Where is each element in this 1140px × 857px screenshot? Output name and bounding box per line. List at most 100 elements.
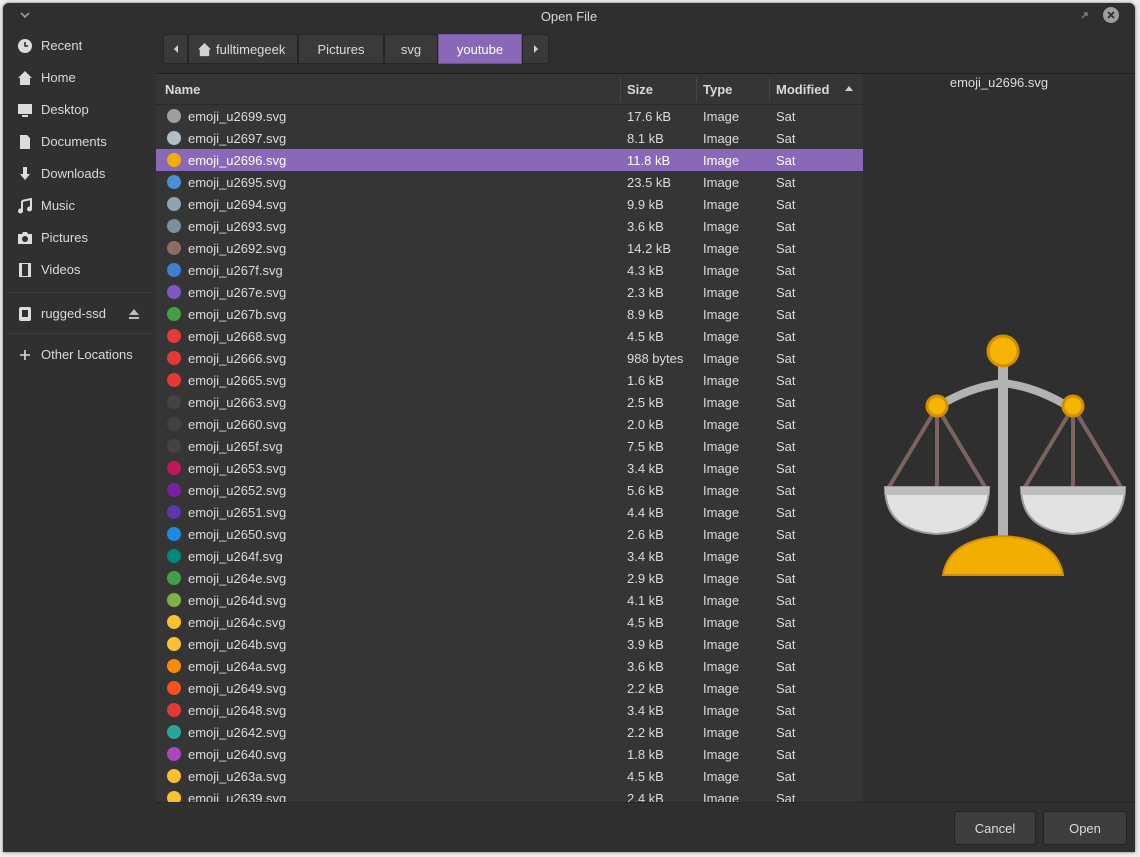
- file-size: 11.8 kB: [627, 153, 671, 168]
- path-segment-fulltimegeek[interactable]: fulltimegeek: [188, 34, 298, 64]
- file-type: Image: [703, 505, 740, 520]
- file-modified: Sat: [776, 549, 796, 564]
- file-row[interactable]: emoji_u2666.svg 988 bytes Image Sat: [156, 347, 863, 369]
- file-modified: Sat: [776, 593, 796, 608]
- sidebar-item-pictures[interactable]: Pictures: [3, 223, 156, 253]
- sidebar-item-music[interactable]: Music: [3, 191, 156, 221]
- desktop-icon: [18, 104, 32, 117]
- file-name: emoji_u267f.svg: [188, 263, 283, 278]
- file-row[interactable]: emoji_u2692.svg 14.2 kB Image Sat: [156, 237, 863, 259]
- file-size: 2.3 kB: [627, 285, 664, 300]
- column-type[interactable]: Type: [703, 82, 732, 97]
- column-size[interactable]: Size: [627, 82, 653, 97]
- file-modified: Sat: [776, 285, 796, 300]
- file-row[interactable]: emoji_u2653.svg 3.4 kB Image Sat: [156, 457, 863, 479]
- file-size: 3.4 kB: [627, 703, 664, 718]
- file-modified: Sat: [776, 329, 796, 344]
- column-name[interactable]: Name: [165, 82, 200, 97]
- file-size: 2.6 kB: [627, 527, 664, 542]
- file-row[interactable]: emoji_u2642.svg 2.2 kB Image Sat: [156, 721, 863, 743]
- file-list: Name Size Type Modified emoji_u2699.svg 1…: [156, 74, 863, 852]
- path-segment-label: svg: [400, 41, 422, 57]
- file-name: emoji_u264d.svg: [188, 593, 287, 608]
- column-divider[interactable]: [620, 78, 621, 102]
- file-row[interactable]: emoji_u2693.svg 3.6 kB Image Sat: [156, 215, 863, 237]
- file-size: 4.4 kB: [627, 505, 664, 520]
- file-row[interactable]: emoji_u2639.svg 2.4 kB Image Sat: [156, 787, 863, 803]
- sidebar-item-documents[interactable]: Documents: [3, 127, 156, 157]
- path-segment-label: fulltimegeek: [216, 41, 286, 57]
- path-segment-pictures[interactable]: Pictures: [298, 34, 384, 64]
- file-row[interactable]: emoji_u2652.svg 5.6 kB Image Sat: [156, 479, 863, 501]
- sidebar-item-label: Downloads: [41, 166, 106, 181]
- file-row[interactable]: emoji_u2660.svg 2.0 kB Image Sat: [156, 413, 863, 435]
- file-row[interactable]: emoji_u264a.svg 3.6 kB Image Sat: [156, 655, 863, 677]
- file-row[interactable]: emoji_u267f.svg 4.3 kB Image Sat: [156, 259, 863, 281]
- sidebar-item-videos[interactable]: Videos: [3, 255, 156, 285]
- cancel-button-label: Cancel: [974, 820, 1016, 836]
- file-row[interactable]: emoji_u264d.svg 4.1 kB Image Sat: [156, 589, 863, 611]
- path-forward-button[interactable]: [522, 34, 549, 64]
- file-type: Image: [703, 219, 740, 234]
- file-row[interactable]: emoji_u267e.svg 2.3 kB Image Sat: [156, 281, 863, 303]
- eject-icon[interactable]: [127, 307, 141, 321]
- film-icon: [19, 263, 31, 277]
- column-divider[interactable]: [769, 78, 770, 102]
- sidebar-item-downloads[interactable]: Downloads: [3, 159, 156, 189]
- column-modified[interactable]: Modified: [776, 82, 829, 97]
- file-row[interactable]: emoji_u2699.svg 17.6 kB Image Sat: [156, 105, 863, 127]
- file-row[interactable]: emoji_u264c.svg 4.5 kB Image Sat: [156, 611, 863, 633]
- close-button[interactable]: [1103, 7, 1119, 23]
- sidebar-item-rugged-ssd[interactable]: rugged-ssd: [3, 299, 156, 329]
- file-name: emoji_u2653.svg: [188, 461, 287, 476]
- path-bar: fulltimegeek Pictures svg youtube: [163, 34, 549, 66]
- file-type: Image: [703, 637, 740, 652]
- cancel-button[interactable]: Cancel: [954, 811, 1036, 845]
- open-button[interactable]: Open: [1043, 811, 1127, 845]
- file-row[interactable]: emoji_u267b.svg 8.9 kB Image Sat: [156, 303, 863, 325]
- file-type: Image: [703, 197, 740, 212]
- sidebar-item-desktop[interactable]: Desktop: [3, 95, 156, 125]
- path-segment-svg[interactable]: svg: [384, 34, 438, 64]
- file-row[interactable]: emoji_u264b.svg 3.9 kB Image Sat: [156, 633, 863, 655]
- file-row[interactable]: emoji_u264e.svg 2.9 kB Image Sat: [156, 567, 863, 589]
- file-row[interactable]: emoji_u2650.svg 2.6 kB Image Sat: [156, 523, 863, 545]
- file-type: Image: [703, 549, 740, 564]
- sidebar-item-recent[interactable]: Recent: [3, 31, 156, 61]
- file-row[interactable]: emoji_u2663.svg 2.5 kB Image Sat: [156, 391, 863, 413]
- file-type: Image: [703, 703, 740, 718]
- infinity-icon: [167, 285, 181, 299]
- file-row[interactable]: emoji_u265f.svg 7.5 kB Image Sat: [156, 435, 863, 457]
- file-row[interactable]: emoji_u2665.svg 1.6 kB Image Sat: [156, 369, 863, 391]
- file-row[interactable]: emoji_u2640.svg 1.8 kB Image Sat: [156, 743, 863, 765]
- file-row[interactable]: emoji_u2696.svg 11.8 kB Image Sat: [156, 149, 863, 171]
- aries-icon: [167, 703, 181, 717]
- file-row[interactable]: emoji_u2697.svg 8.1 kB Image Sat: [156, 127, 863, 149]
- path-back-button[interactable]: [163, 34, 188, 64]
- file-row[interactable]: emoji_u264f.svg 3.4 kB Image Sat: [156, 545, 863, 567]
- file-type: Image: [703, 593, 740, 608]
- file-row[interactable]: emoji_u2651.svg 4.4 kB Image Sat: [156, 501, 863, 523]
- file-type: Image: [703, 747, 740, 762]
- scorpio-icon: [167, 549, 181, 563]
- file-size: 5.6 kB: [627, 483, 664, 498]
- file-size: 23.5 kB: [627, 175, 672, 190]
- file-row[interactable]: emoji_u263a.svg 4.5 kB Image Sat: [156, 765, 863, 787]
- file-row[interactable]: emoji_u2648.svg 3.4 kB Image Sat: [156, 699, 863, 721]
- file-modified: Sat: [776, 461, 796, 476]
- file-modified: Sat: [776, 769, 796, 784]
- file-modified: Sat: [776, 571, 796, 586]
- file-row[interactable]: emoji_u2694.svg 9.9 kB Image Sat: [156, 193, 863, 215]
- file-row[interactable]: emoji_u2649.svg 2.2 kB Image Sat: [156, 677, 863, 699]
- path-segment-youtube[interactable]: youtube: [438, 34, 522, 64]
- file-row[interactable]: emoji_u2668.svg 4.5 kB Image Sat: [156, 325, 863, 347]
- sidebar-item-home[interactable]: Home: [3, 63, 156, 93]
- sidebar-item-other-locations[interactable]: Other Locations: [3, 340, 156, 370]
- libra-icon: [167, 571, 181, 585]
- file-modified: Sat: [776, 153, 796, 168]
- file-row[interactable]: emoji_u2695.svg 23.5 kB Image Sat: [156, 171, 863, 193]
- column-divider[interactable]: [696, 78, 697, 102]
- restore-icon[interactable]: [1076, 8, 1092, 24]
- scale-left-knob: [925, 394, 949, 418]
- file-size: 3.4 kB: [627, 549, 664, 564]
